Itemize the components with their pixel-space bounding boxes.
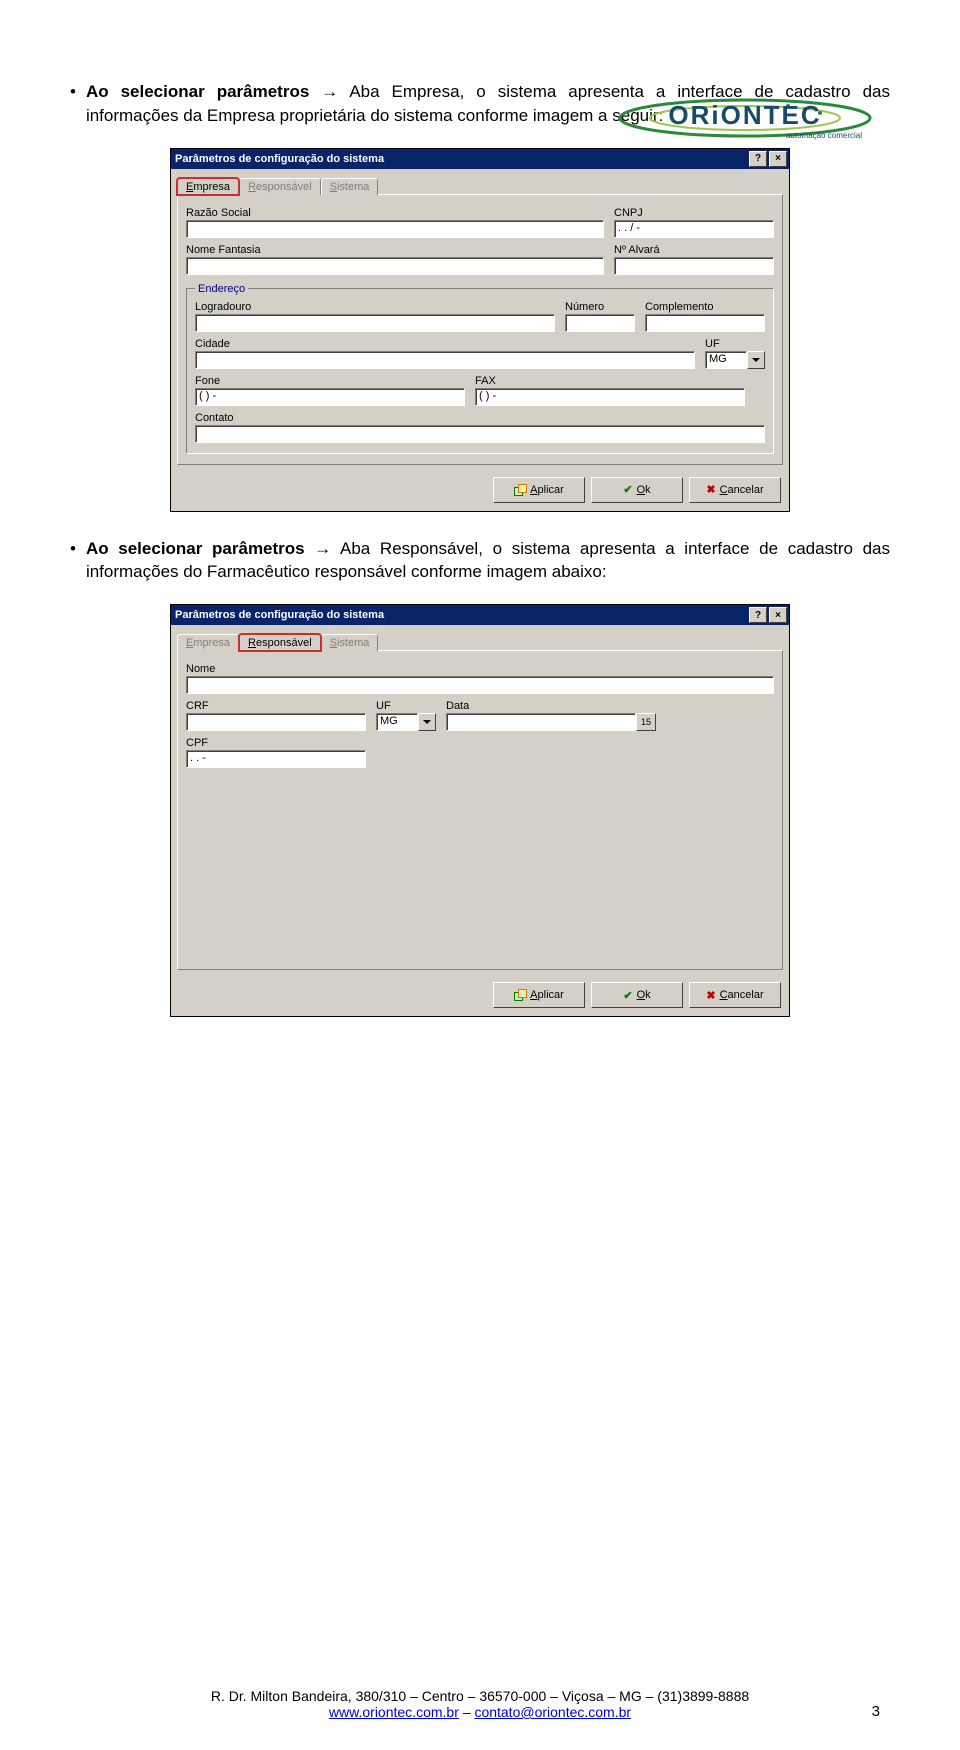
label-razao-social: Razão Social: [186, 207, 604, 219]
help-icon: ?: [755, 610, 761, 621]
input-n-alvara[interactable]: [614, 257, 774, 275]
input-logradouro[interactable]: [195, 314, 555, 332]
input-data[interactable]: [446, 713, 636, 731]
dialog-title: Parâmetros de configuração do sistema: [175, 153, 747, 165]
titlebar-help-button[interactable]: ?: [749, 151, 767, 167]
tab-sistema[interactable]: Sistema: [321, 634, 379, 651]
input-numero[interactable]: [565, 314, 635, 332]
page-footer: R. Dr. Milton Bandeira, 380/310 – Centro…: [0, 1688, 960, 1720]
bullet-icon: •: [70, 537, 76, 561]
apply-icon: [514, 989, 526, 1001]
logo-tagline: automação comercial: [786, 131, 862, 140]
dialog-title: Parâmetros de configuração do sistema: [175, 609, 747, 621]
input-nome[interactable]: [186, 676, 774, 694]
titlebar-close-button[interactable]: ×: [769, 607, 787, 623]
arrow-icon: →: [314, 539, 331, 558]
footer-sep: –: [459, 1704, 475, 1720]
titlebar-help-button[interactable]: ?: [749, 607, 767, 623]
label-fone: Fone: [195, 375, 465, 387]
input-fax[interactable]: ( ) -: [475, 388, 745, 406]
x-icon: ✖: [706, 989, 715, 1002]
tab-panel-empresa: Razão Social CNPJ . . / - Nome Fantasia …: [177, 194, 783, 465]
chevron-down-icon: [418, 713, 436, 731]
label-fax: FAX: [475, 375, 745, 387]
chevron-down-icon: [747, 351, 765, 369]
label-crf: CRF: [186, 700, 366, 712]
input-complemento[interactable]: [645, 314, 765, 332]
x-icon: ✖: [706, 483, 715, 496]
label-cnpj: CNPJ: [614, 207, 774, 219]
check-icon: ✔: [623, 483, 632, 496]
label-nome: Nome: [186, 663, 774, 675]
aplicar-button[interactable]: Aplicar: [493, 982, 585, 1008]
close-icon: ×: [775, 610, 781, 621]
label-logradouro: Logradouro: [195, 301, 555, 313]
close-icon: ×: [775, 153, 781, 164]
dialog-parametros-responsavel: Parâmetros de configuração do sistema ? …: [170, 604, 790, 1017]
bullet-icon: •: [70, 80, 76, 104]
para2-prefix: Ao selecionar parâmetros: [86, 539, 314, 558]
tab-sistema[interactable]: Sistema: [321, 178, 379, 195]
apply-icon: [514, 484, 526, 496]
aplicar-button[interactable]: Aplicar: [493, 477, 585, 503]
footer-address: R. Dr. Milton Bandeira, 380/310 – Centro…: [0, 1688, 960, 1704]
label-uf: UF: [376, 700, 436, 712]
footer-email-link[interactable]: contato@oriontec.com.br: [474, 1704, 631, 1720]
ok-button[interactable]: ✔ Ok: [591, 477, 683, 503]
tab-responsavel[interactable]: Responsável: [239, 634, 321, 651]
paragraph-responsavel: • Ao selecionar parâmetros → Aba Respons…: [70, 537, 890, 585]
label-numero: Número: [565, 301, 635, 313]
label-nome-fantasia: Nome Fantasia: [186, 244, 604, 256]
titlebar: Parâmetros de configuração do sistema ? …: [171, 605, 789, 625]
tabs: Empresa Responsável Sistema: [177, 173, 783, 195]
input-cidade[interactable]: [195, 351, 695, 369]
calendar-icon: 15: [641, 717, 651, 727]
ok-button[interactable]: ✔ Ok: [591, 982, 683, 1008]
help-icon: ?: [755, 153, 761, 164]
titlebar: Parâmetros de configuração do sistema ? …: [171, 149, 789, 169]
label-uf: UF: [705, 338, 765, 350]
label-n-alvara: Nº Alvará: [614, 244, 774, 256]
arrow-icon: →: [321, 82, 338, 101]
label-cidade: Cidade: [195, 338, 695, 350]
footer-website-link[interactable]: www.oriontec.com.br: [329, 1704, 459, 1720]
calendar-button[interactable]: 15: [636, 713, 656, 731]
check-icon: ✔: [623, 989, 632, 1002]
input-nome-fantasia[interactable]: [186, 257, 604, 275]
tab-empresa[interactable]: Empresa: [177, 634, 239, 651]
titlebar-close-button[interactable]: ×: [769, 151, 787, 167]
logo: ORiONTEC automação comercial: [610, 90, 880, 150]
input-crf[interactable]: [186, 713, 366, 731]
button-bar: Aplicar ✔ Ok ✖ Cancelar: [171, 471, 789, 511]
input-razao-social[interactable]: [186, 220, 604, 238]
para1-prefix: Ao selecionar parâmetros: [86, 82, 321, 101]
group-endereco: Endereço Logradouro Número Complemento: [186, 283, 774, 454]
input-cnpj[interactable]: . . / -: [614, 220, 774, 238]
input-fone[interactable]: ( ) -: [195, 388, 465, 406]
tabs: Empresa Responsável Sistema: [177, 629, 783, 651]
logo-text: ORiONTEC: [668, 100, 821, 130]
input-contato[interactable]: [195, 425, 765, 443]
tab-panel-responsavel: Nome CRF UF MG Data: [177, 650, 783, 970]
button-bar: Aplicar ✔ Ok ✖ Cancelar: [171, 976, 789, 1016]
tab-responsavel[interactable]: Responsável: [239, 178, 321, 195]
dialog-parametros-empresa: Parâmetros de configuração do sistema ? …: [170, 148, 790, 512]
cancelar-button[interactable]: ✖ Cancelar: [689, 982, 781, 1008]
legend-endereco: Endereço: [195, 283, 248, 295]
cancelar-button[interactable]: ✖ Cancelar: [689, 477, 781, 503]
page-number: 3: [872, 1703, 880, 1720]
label-data: Data: [446, 700, 656, 712]
select-uf[interactable]: MG: [376, 713, 436, 731]
input-cpf[interactable]: . . -: [186, 750, 366, 768]
label-contato: Contato: [195, 412, 765, 424]
select-uf[interactable]: MG: [705, 351, 765, 369]
tab-empresa[interactable]: Empresa: [177, 178, 239, 195]
label-complemento: Complemento: [645, 301, 765, 313]
label-cpf: CPF: [186, 737, 366, 749]
